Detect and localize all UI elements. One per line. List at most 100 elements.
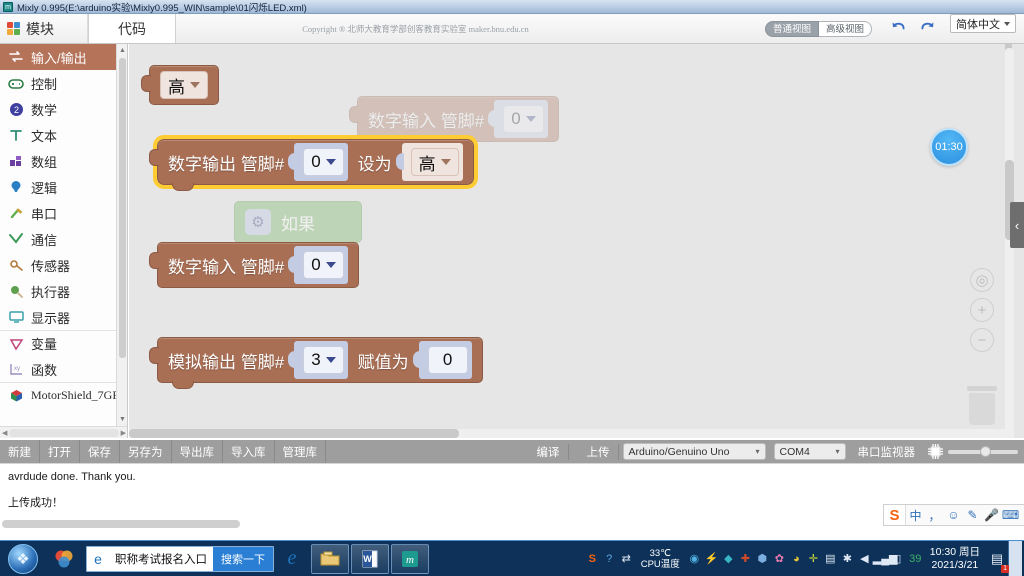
pin-dropdown[interactable]: 0 [303, 148, 344, 176]
search-input[interactable]: 职称考试报名入口 [109, 551, 213, 567]
sidebar-scrollbar[interactable]: ▲ ▼ [116, 44, 127, 426]
scroll-down-arrow-icon[interactable]: ▼ [118, 414, 127, 425]
chip-icon[interactable] [927, 443, 944, 460]
value-socket[interactable]: 0 [412, 341, 472, 379]
value-field[interactable]: 0 [427, 346, 468, 374]
penguin-icon[interactable]: ◕ [788, 553, 805, 565]
qq-icon[interactable]: ◉ [686, 552, 703, 565]
network-icon[interactable]: ⇄ [618, 552, 635, 565]
scroll-up-arrow-icon[interactable]: ▲ [118, 45, 127, 56]
upload-button[interactable]: 上传 [579, 443, 619, 460]
drive-icon[interactable]: ◆ [720, 552, 737, 565]
help-icon[interactable]: ? [601, 553, 618, 565]
sidebar-item-actuator[interactable]: 执行器 [0, 278, 127, 304]
chevron-left-icon[interactable]: ‹ [1010, 202, 1024, 248]
ime-mic-icon[interactable]: 🎤 [982, 508, 1001, 522]
export-lib-button[interactable]: 导出库 [172, 440, 223, 463]
block-body[interactable]: 数字输出 管脚# 0 设为 高 [149, 135, 478, 191]
state-dropdown[interactable]: 高 [410, 148, 459, 176]
zoom-out-icon[interactable]: − [970, 328, 994, 352]
block-body[interactable]: 数字输入 管脚# 0 [149, 242, 359, 288]
bluetooth-icon[interactable]: ✱ [839, 552, 856, 565]
hscroll-left-arrow-icon[interactable]: ◀ [2, 429, 7, 437]
hscrollbar-track[interactable] [9, 428, 119, 437]
canvas-zoom-controls[interactable]: ◎ + − [970, 268, 996, 358]
sidebar-item-array[interactable]: 数组 [0, 148, 127, 174]
sidebar-item-motorshield[interactable]: MotorShield_7GF [0, 382, 127, 408]
sidebar-hscrollbar[interactable]: ◀ ▶ [0, 426, 127, 438]
list-icon[interactable]: ▤ [822, 552, 839, 565]
ime-keyboard-icon[interactable]: ⌨ [1001, 508, 1020, 522]
ime-pen-icon[interactable]: ✎ [963, 508, 982, 522]
block-body[interactable]: 模拟输出 管脚# 3 赋值为 0 [149, 337, 483, 389]
high-value-dropdown[interactable]: 高 [160, 71, 208, 99]
ime-emoji-icon[interactable]: ☺ [944, 508, 963, 522]
zoom-in-icon[interactable]: + [970, 298, 994, 322]
ie-icon[interactable]: e [274, 544, 310, 574]
pin-socket[interactable]: 3 [288, 341, 348, 379]
language-select[interactable]: 简体中文 [950, 14, 1016, 33]
serial-monitor-button[interactable]: 串口监视器 [850, 444, 924, 460]
sogou-ime-bar[interactable]: S 中 ， ☺ ✎ 🎤 ⌨ [883, 504, 1024, 526]
sogou-tray-icon[interactable]: S [584, 553, 601, 565]
save-as-button[interactable]: 另存为 [120, 440, 172, 463]
pin-socket[interactable]: 0 [288, 246, 348, 284]
board-select[interactable]: Arduino/Genuino Uno ▾ [622, 443, 766, 460]
ime-punctuation-icon[interactable]: ， [925, 507, 944, 524]
explorer-folder-icon[interactable] [311, 543, 349, 574]
sidebar-item-variable[interactable]: 变量 [0, 330, 127, 356]
block-digital-input[interactable]: 数字输入 管脚# 0 [149, 242, 359, 288]
scrollbar-thumb[interactable] [119, 58, 126, 358]
trash-can-icon[interactable] [966, 386, 998, 426]
pin-socket[interactable]: 0 [288, 143, 348, 181]
battery-icon[interactable]: ▯ [890, 552, 907, 565]
notification-icon[interactable]: ▤ 1 [986, 544, 1009, 574]
sidebar-item-display[interactable]: 显示器 [0, 304, 127, 330]
sogou-browser-icon[interactable] [46, 544, 82, 574]
block-body[interactable]: 高 [141, 65, 219, 105]
block-analog-output[interactable]: 模拟输出 管脚# 3 赋值为 0 [149, 337, 483, 389]
sidebar-item-serial[interactable]: 串口 [0, 200, 127, 226]
word-icon[interactable]: W [351, 543, 389, 574]
ime-chinese-mode-icon[interactable]: 中 [906, 507, 925, 524]
port-select[interactable]: COM4 ▾ [773, 443, 846, 460]
ie-search-box[interactable]: e 职称考试报名入口 搜索一下 [86, 545, 274, 572]
scrollbar-thumb[interactable] [2, 520, 240, 528]
state-socket[interactable]: 高 [395, 143, 463, 181]
sidebar-item-math[interactable]: 2 数学 [0, 96, 127, 122]
modules-button[interactable]: 模块 [0, 14, 88, 43]
sidebar-item-io[interactable]: 输入/输出 [0, 44, 127, 70]
taskbar-clock[interactable]: 10:30 周日 2021/3/21 [924, 546, 986, 572]
antivirus-icon[interactable]: ✚ [737, 552, 754, 565]
plus-icon[interactable]: ✛ [805, 552, 822, 565]
speed-icon[interactable]: 39 [907, 553, 924, 565]
import-lib-button[interactable]: 导入库 [223, 440, 275, 463]
view-normal-button[interactable]: 普通视图 [764, 20, 819, 37]
view-advanced-button[interactable]: 高级视图 [818, 20, 872, 37]
sidebar-item-comm[interactable]: 通信 [0, 226, 127, 252]
sidebar-item-logic[interactable]: 逻辑 [0, 174, 127, 200]
scrollbar-thumb[interactable] [129, 429, 459, 438]
blocks-canvas[interactable]: 高 数字输入 管脚# 0 数字输出 管脚# 0 设为 高 ⚙ 如果 数字输入 管… [129, 44, 1024, 438]
save-button[interactable]: 保存 [80, 440, 120, 463]
category-sidebar[interactable]: 输入/输出 控制 2 数学 文本 数组 逻辑 串口 通信 传感器 执行器 显示器… [0, 44, 128, 438]
cpu-temperature[interactable]: 33℃ CPU温度 [635, 548, 686, 570]
canvas-horizontal-scrollbar[interactable] [129, 429, 1014, 438]
timer-badge[interactable]: 01:30 [930, 128, 968, 166]
sidebar-item-text[interactable]: 文本 [0, 122, 127, 148]
shield-icon[interactable]: ⬢ [754, 552, 771, 565]
pin-dropdown[interactable]: 3 [303, 346, 344, 374]
manage-lib-button[interactable]: 管理库 [275, 440, 326, 463]
sidebar-item-function[interactable]: xy 函数 [0, 356, 127, 382]
signal-icon[interactable]: ▂▄▆ [873, 552, 898, 565]
sidebar-item-control[interactable]: 控制 [0, 70, 127, 96]
undo-arrow-icon[interactable] [890, 20, 907, 37]
console-output[interactable]: avrdude done. Thank you. 上传成功！ S 中 ， ☺ ✎… [0, 463, 1024, 540]
compile-button[interactable]: 编译 [529, 443, 569, 460]
hscroll-right-arrow-icon[interactable]: ▶ [121, 429, 126, 437]
center-target-icon[interactable]: ◎ [970, 268, 994, 292]
flower-icon[interactable]: ✿ [771, 552, 788, 565]
windows-start-icon[interactable]: ❖ [0, 542, 46, 576]
thunder-icon[interactable]: ⚡ [703, 552, 720, 565]
tab-code[interactable]: 代码 [88, 14, 176, 43]
